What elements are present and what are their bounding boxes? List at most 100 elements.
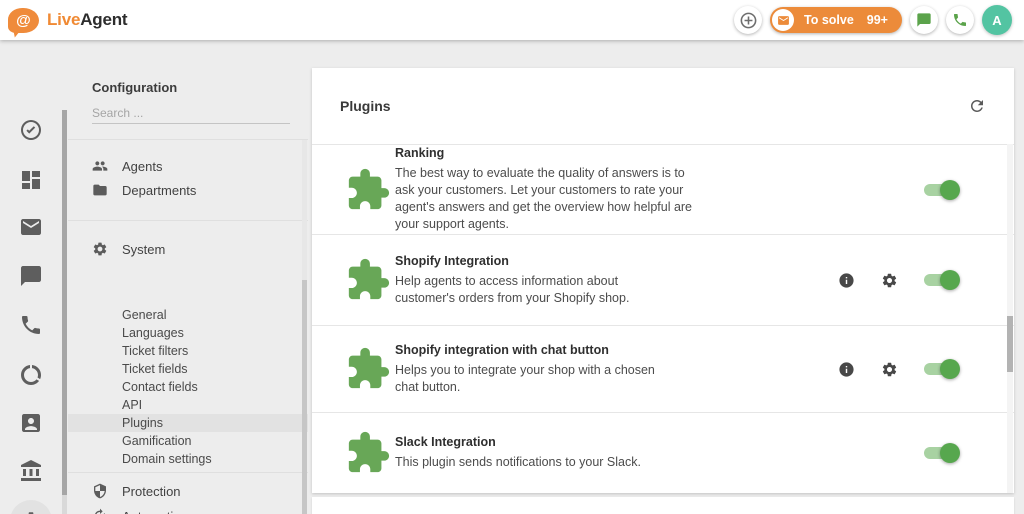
plugins-list-scrollbar[interactable] xyxy=(1007,144,1013,493)
plugins-card-header: Plugins xyxy=(312,68,1014,144)
shield-icon xyxy=(92,483,108,499)
to-solve-count: 99+ xyxy=(866,13,888,27)
to-solve-label: To solve xyxy=(804,13,854,27)
plugin-settings-button[interactable] xyxy=(881,272,898,289)
info-icon xyxy=(838,361,855,378)
contact-card-icon xyxy=(19,411,43,435)
folder-icon xyxy=(92,182,108,198)
refresh-button[interactable] xyxy=(968,97,986,115)
envelope-icon xyxy=(777,14,790,27)
logo-bubble-icon: @ xyxy=(8,7,39,33)
to-solve-envelope-badge xyxy=(772,9,794,31)
plugin-row-shopify-chat-button: Shopify integration with chat button Hel… xyxy=(312,325,1014,412)
rail-scrollbar[interactable] xyxy=(62,110,67,514)
rail-item-chats[interactable] xyxy=(19,264,43,288)
page-title: Plugins xyxy=(340,98,391,114)
config-scrollbar[interactable] xyxy=(302,140,307,514)
gear-icon xyxy=(20,510,42,514)
puzzle-icon xyxy=(345,167,391,213)
info-icon xyxy=(838,272,855,289)
config-child-api[interactable]: API xyxy=(68,396,308,414)
dashboard-icon xyxy=(19,168,43,192)
next-plugin-row-partial xyxy=(312,497,1014,514)
mail-icon xyxy=(19,215,43,239)
puzzle-icon xyxy=(345,346,391,392)
config-item-agents[interactable]: Agents xyxy=(68,155,308,177)
rail-item-billing[interactable] xyxy=(19,459,43,483)
config-child-plugins-selected[interactable]: Plugins xyxy=(68,414,308,432)
plugins-card: Plugins Ranking The best way to evaluate… xyxy=(312,68,1014,493)
icon-rail-sidebar xyxy=(0,40,67,514)
user-avatar[interactable]: A xyxy=(982,5,1012,35)
config-item-automation[interactable]: Automation xyxy=(68,505,308,514)
info-button[interactable] xyxy=(838,361,855,378)
rail-item-dashboard[interactable] xyxy=(19,168,43,192)
config-child-gamification[interactable]: Gamification xyxy=(68,432,308,450)
config-item-system[interactable]: System xyxy=(68,238,308,260)
rail-item-tickets[interactable] xyxy=(19,118,43,142)
logo-agent: Agent xyxy=(80,10,128,29)
plugin-name: Ranking xyxy=(395,146,445,160)
plugins-list-scrollbar-thumb[interactable] xyxy=(1007,316,1013,372)
phone-icon xyxy=(952,12,968,28)
plugin-toggle-on[interactable] xyxy=(924,442,960,463)
config-item-label: Departments xyxy=(122,182,197,198)
data-usage-icon xyxy=(19,363,43,387)
gear-icon xyxy=(92,241,108,257)
chat-icon xyxy=(916,12,932,28)
plugin-toggle-on[interactable] xyxy=(924,359,960,379)
sync-icon xyxy=(92,508,108,514)
config-child-languages[interactable]: Languages xyxy=(68,324,308,342)
gear-icon xyxy=(881,361,898,378)
divider xyxy=(68,472,308,473)
avatar-letter: A xyxy=(992,12,1002,28)
agents-icon xyxy=(92,158,108,174)
rail-scrollbar-thumb[interactable] xyxy=(62,110,67,495)
gear-icon xyxy=(881,272,898,289)
check-circle-icon xyxy=(19,118,43,142)
to-solve-button[interactable]: To solve 99+ xyxy=(770,7,902,33)
plugin-name: Shopify Integration xyxy=(395,253,509,268)
config-item-departments[interactable]: Departments xyxy=(68,179,308,201)
chat-icon xyxy=(19,264,43,288)
plugin-name: Shopify integration with chat button xyxy=(395,342,609,357)
config-item-label: Automation xyxy=(122,509,188,514)
configuration-title: Configuration xyxy=(92,80,178,95)
info-button[interactable] xyxy=(838,272,855,289)
plugin-row-slack-integration: Slack Integration This plugin sends noti… xyxy=(312,412,1014,492)
config-item-protection[interactable]: Protection xyxy=(68,480,308,502)
config-item-label: Agents xyxy=(122,158,163,174)
chats-button[interactable] xyxy=(910,6,938,34)
logo-text: LiveAgent xyxy=(47,10,128,30)
phone-icon xyxy=(19,313,43,337)
search-input[interactable] xyxy=(92,102,290,124)
rail-item-mail[interactable] xyxy=(19,215,43,239)
plus-circle-icon xyxy=(739,11,758,30)
add-button[interactable] xyxy=(734,6,762,34)
plugin-settings-button[interactable] xyxy=(881,361,898,378)
top-header: @ LiveAgent To solve 99+ A xyxy=(0,0,1024,40)
plugin-row-ranking: Ranking The best way to evaluate the qua… xyxy=(312,144,1014,234)
plugin-toggle-on[interactable] xyxy=(924,179,960,200)
config-scrollbar-thumb[interactable] xyxy=(302,280,307,514)
plugin-description: This plugin sends notifications to your … xyxy=(395,454,641,469)
logo-at-symbol: @ xyxy=(16,11,31,29)
rail-item-customers[interactable] xyxy=(19,411,43,435)
config-child-ticket-filters[interactable]: Ticket filters xyxy=(68,342,308,360)
rail-item-calls[interactable] xyxy=(19,313,43,337)
refresh-icon xyxy=(968,97,986,115)
rail-item-configuration-active[interactable] xyxy=(10,500,52,514)
plugin-description: Help agents to access information about … xyxy=(395,273,630,305)
divider xyxy=(68,220,308,221)
liveagent-logo[interactable]: @ LiveAgent xyxy=(8,7,128,33)
config-child-ticket-fields[interactable]: Ticket fields xyxy=(68,360,308,378)
config-child-contact-fields[interactable]: Contact fields xyxy=(68,378,308,396)
plugin-name: Slack Integration xyxy=(395,434,496,449)
calls-button[interactable] xyxy=(946,6,974,34)
config-child-general[interactable]: General xyxy=(68,306,308,324)
rail-item-reports[interactable] xyxy=(19,363,43,387)
plugin-toggle-on[interactable] xyxy=(924,270,960,290)
config-child-domain-settings[interactable]: Domain settings xyxy=(68,450,308,468)
config-item-label: Protection xyxy=(122,483,181,499)
puzzle-icon xyxy=(345,430,391,476)
